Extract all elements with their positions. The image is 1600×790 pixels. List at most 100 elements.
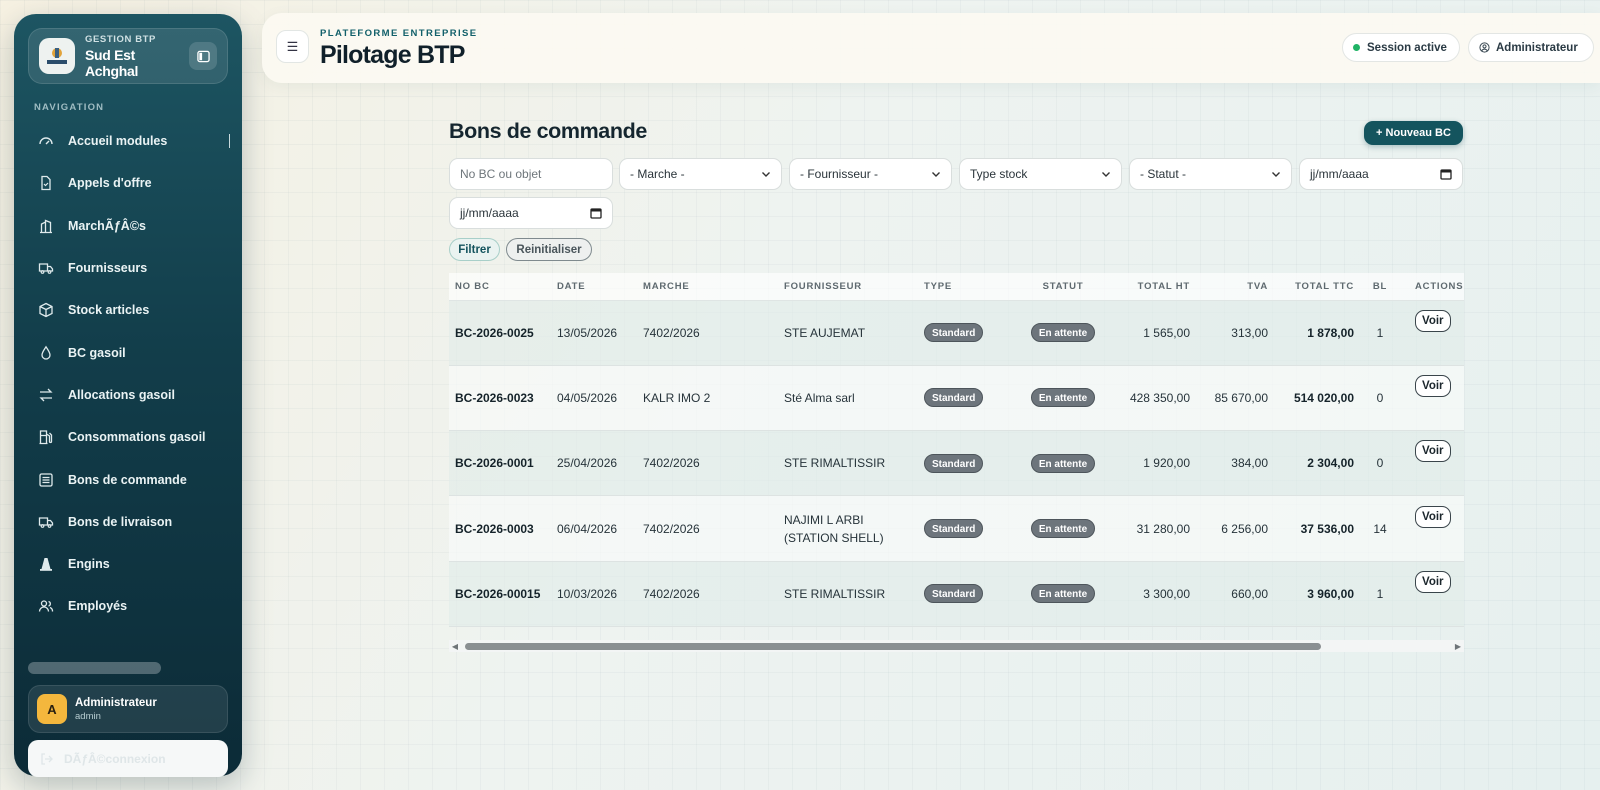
fournisseur-select[interactable]: - Fournisseur -: [789, 158, 952, 190]
logout-label: DÃƒÂ©connexion: [64, 751, 166, 766]
cell-total-ttc: 2 304,00: [1274, 430, 1360, 497]
list-icon: [39, 472, 53, 487]
cell-marche: 7402/2026: [637, 430, 778, 497]
date-to-value: jj/mm/aaaa: [460, 206, 519, 220]
table-row[interactable]: BC-2026-0025 13/05/2026 7402/2026 STE AU…: [449, 300, 1464, 366]
col-fournisseur[interactable]: FOURNISSEUR: [778, 273, 918, 301]
sidebar-item-engins[interactable]: Engins: [28, 543, 228, 585]
col-tva[interactable]: TVA: [1196, 273, 1274, 301]
type-stock-select[interactable]: Type stock: [959, 158, 1122, 190]
cell-type: Standard: [918, 430, 1008, 497]
scroll-left-icon[interactable]: ◀: [449, 642, 461, 651]
top-header: ☰ PLATEFORME ENTREPRISE Pilotage BTP Ses…: [262, 13, 1600, 83]
cell-tva: 85 670,00: [1196, 365, 1274, 432]
sidebar-item-bons-de-livraison[interactable]: Bons de livraison: [28, 501, 228, 543]
brand-name: Sud Est Achghal: [85, 46, 139, 79]
col-total-ttc[interactable]: TOTAL TTC: [1274, 273, 1360, 301]
scrollbar-thumb[interactable]: [465, 643, 1321, 650]
sidebar-item-consommations-gasoil[interactable]: Consommations gasoil: [28, 416, 228, 458]
col-type[interactable]: TYPE: [918, 273, 1008, 301]
truck-icon: [38, 263, 54, 274]
cell-statut: En attente: [1008, 430, 1118, 497]
type-badge: Standard: [924, 453, 984, 473]
marche-select[interactable]: - Marche -: [619, 158, 782, 190]
sidebar-item-marches[interactable]: MarchÃƒÂ©s: [28, 205, 228, 247]
arrows-icon: [39, 388, 53, 402]
cell-type: Standard: [918, 300, 1008, 366]
sidebar-toggle-icon: [196, 50, 210, 62]
col-marche[interactable]: MARCHE: [637, 273, 778, 301]
building-icon: [40, 219, 52, 233]
sidebar-item-allocations-gasoil[interactable]: Allocations gasoil: [28, 374, 228, 416]
new-bc-button[interactable]: + Nouveau BC: [1364, 121, 1463, 145]
sidebar-item-accueil[interactable]: Accueil modules: [28, 120, 230, 162]
logout-button[interactable]: DÃƒÂ©connexion: [28, 740, 228, 777]
cell-tva: 384,00: [1196, 430, 1274, 497]
marche-select-value: - Marche -: [630, 167, 685, 181]
fournisseur-select-value: - Fournisseur -: [800, 167, 879, 181]
admin-menu-button[interactable]: Administrateur: [1468, 33, 1594, 62]
content-title: Bons de commande: [449, 119, 647, 143]
status-badge: En attente: [1030, 388, 1096, 408]
sidebar-item-fournisseurs[interactable]: Fournisseurs: [28, 247, 228, 289]
cell-actions: Voir: [1400, 365, 1464, 432]
cell-date: 04/05/2026: [551, 365, 637, 432]
search-input[interactable]: No BC ou objet: [449, 158, 613, 190]
table-row[interactable]: BC-2026-00015 10/03/2026 7402/2026 STE R…: [449, 561, 1464, 627]
user-circle-icon: [1479, 42, 1490, 53]
sidebar-item-bc-gasoil[interactable]: BC gasoil: [28, 331, 228, 373]
cell-statut: En attente: [1008, 561, 1118, 627]
col-no-bc[interactable]: NO BC: [449, 273, 551, 301]
view-button[interactable]: Voir: [1415, 309, 1451, 332]
view-button[interactable]: Voir: [1415, 505, 1451, 528]
cell-fournisseur: STE RIMALTISSIR: [778, 430, 918, 497]
view-button[interactable]: Voir: [1415, 570, 1451, 593]
sidebar-item-label: Stock articles: [68, 303, 150, 318]
cell-actions: Voir: [1400, 430, 1464, 497]
table-row[interactable]: BC-2026-0003 06/04/2026 7402/2026 NAJIMI…: [449, 495, 1464, 562]
sidebar-item-label: Allocations gasoil: [68, 387, 175, 402]
truck-icon: [38, 517, 54, 528]
sidebar-item-stock-articles[interactable]: Stock articles: [28, 289, 228, 331]
cell-total-ttc: 514 020,00: [1274, 365, 1360, 432]
sidebar-item-appels-offre[interactable]: Appels d'offre: [28, 162, 228, 204]
view-button[interactable]: Voir: [1415, 440, 1451, 463]
filter-button[interactable]: Filtrer: [449, 238, 500, 261]
user-card[interactable]: A Administrateur admin: [28, 685, 228, 733]
cell-bl: 0: [1360, 430, 1400, 497]
sidebar-item-bons-de-commande[interactable]: Bons de commande: [28, 458, 228, 500]
sidebar-scrollbar[interactable]: [28, 662, 161, 674]
cell-fournisseur: STE RIMALTISSIR: [778, 561, 918, 627]
table-row[interactable]: BC-2026-0023 04/05/2026 KALR IMO 2 Sté A…: [449, 365, 1464, 432]
type-badge: Standard: [924, 323, 984, 343]
sidebar-item-employes[interactable]: Employés: [28, 585, 228, 627]
cell-date: 25/04/2026: [551, 430, 637, 497]
cell-bl: 1: [1360, 561, 1400, 627]
date-from-input[interactable]: jj/mm/aaaa: [1299, 158, 1463, 190]
search-placeholder: No BC ou objet: [460, 167, 542, 181]
date-from-value: jj/mm/aaaa: [1310, 167, 1369, 181]
menu-button[interactable]: ☰: [276, 30, 309, 63]
table-horizontal-scrollbar[interactable]: ◀ ▶: [449, 640, 1464, 652]
date-to-input[interactable]: jj/mm/aaaa: [449, 197, 613, 229]
cell-fournisseur: STE AUJEMAT: [778, 300, 918, 366]
reset-button[interactable]: Reinitialiser: [506, 238, 592, 261]
view-button[interactable]: Voir: [1415, 374, 1451, 397]
cell-fournisseur: NAJIMI L ARBI (STATION SHELL): [778, 495, 918, 562]
scrollbar-track[interactable]: [461, 640, 1452, 652]
col-actions[interactable]: ACTIONS: [1400, 273, 1464, 301]
page-title: Pilotage BTP: [320, 41, 465, 69]
scroll-right-icon[interactable]: ▶: [1452, 642, 1464, 651]
col-date[interactable]: DATE: [551, 273, 637, 301]
statut-select[interactable]: - Statut -: [1129, 158, 1292, 190]
cell-tva: 6 256,00: [1196, 495, 1274, 562]
col-bl[interactable]: BL: [1360, 273, 1400, 301]
brand-card[interactable]: GESTION BTP Sud Est Achghal: [28, 28, 228, 84]
col-statut[interactable]: STATUT: [1008, 273, 1118, 301]
status-badge: En attente: [1030, 519, 1096, 539]
sidebar-item-label: Consommations gasoil: [68, 430, 206, 445]
cell-total-ttc: 37 536,00: [1274, 495, 1360, 562]
col-total-ht[interactable]: TOTAL HT: [1118, 273, 1196, 301]
sidebar-collapse-button[interactable]: [189, 42, 217, 70]
table-row[interactable]: BC-2026-0001 25/04/2026 7402/2026 STE RI…: [449, 430, 1464, 497]
